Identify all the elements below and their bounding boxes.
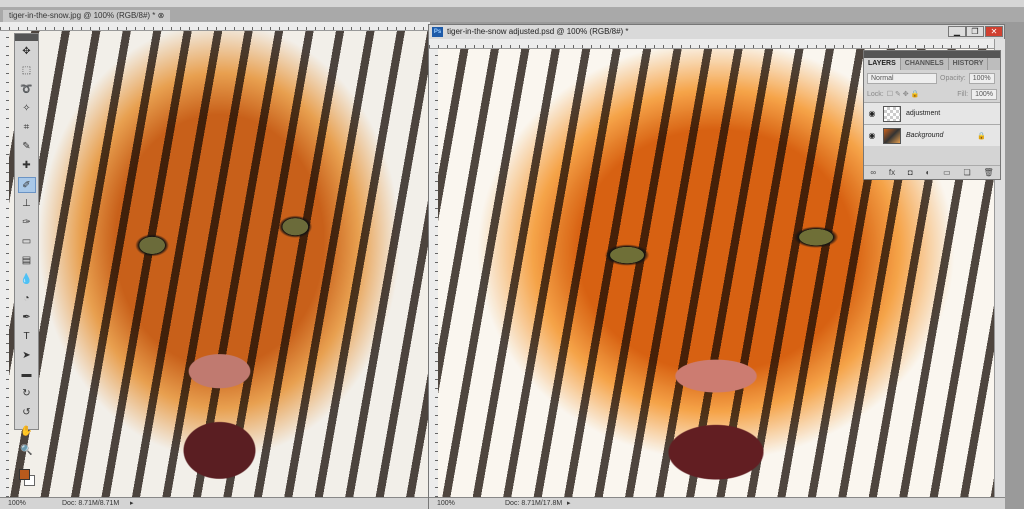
foreground-color[interactable]: [19, 469, 30, 480]
status-bar: 100% Doc: 8.71M/8.71M ▸: [0, 497, 430, 509]
blur-tool-icon[interactable]: 💧: [18, 272, 36, 288]
brush-tool-icon[interactable]: ✐: [17, 177, 36, 193]
horizontal-ruler: [429, 39, 994, 49]
original-image-canvas[interactable]: [9, 31, 430, 497]
fill-label: Fill:: [957, 90, 969, 98]
blend-mode-select[interactable]: Normal: [867, 72, 937, 84]
status-bar: 100% Doc: 8.71M/17.8M ▸: [429, 497, 1005, 509]
shape-tool-icon[interactable]: ▬: [18, 367, 36, 383]
restore-button[interactable]: ❐: [966, 26, 984, 37]
zoom-level[interactable]: 100%: [8, 498, 26, 509]
window-title-bar[interactable]: Ps tiger-in-the-snow adjusted.psd @ 100%…: [429, 25, 1004, 39]
vertical-ruler: [0, 31, 9, 497]
link-layers-icon[interactable]: ∞: [870, 168, 876, 177]
close-button[interactable]: ✕: [985, 26, 1003, 37]
layer-name: Background: [906, 132, 944, 139]
magic-wand-tool-icon[interactable]: ✧: [18, 101, 36, 117]
move-tool-icon[interactable]: ✥: [18, 44, 36, 60]
tiger-image: [9, 31, 430, 497]
add-mask-icon[interactable]: ◘: [908, 168, 913, 177]
doc-size: Doc: 8.71M/8.71M: [62, 500, 120, 507]
doc-size: Doc: 8.71M/17.8M: [505, 500, 563, 507]
document-tab[interactable]: tiger-in-the-snow.jpg @ 100% (RGB/8#) * …: [3, 10, 171, 22]
options-bar: [0, 0, 1024, 8]
zoom-level[interactable]: 100%: [437, 498, 455, 509]
clone-stamp-tool-icon[interactable]: ⊥: [18, 196, 36, 212]
path-selection-tool-icon[interactable]: ➤: [18, 348, 36, 364]
visibility-eye-icon[interactable]: ◉: [866, 109, 878, 118]
window-title: tiger-in-the-snow adjusted.psd @ 100% (R…: [447, 27, 629, 36]
layers-footer: ∞ fx ◘ ◐ ▭ ❏ 🗑: [864, 165, 1000, 179]
3d-rotate-tool-icon[interactable]: ↻: [18, 386, 36, 402]
lasso-tool-icon[interactable]: ➰: [18, 82, 36, 98]
lock-icons[interactable]: ☐ ✎ ✥ 🔒: [887, 90, 920, 98]
tab-title: tiger-in-the-snow.jpg @ 100% (RGB/8#) *: [9, 11, 156, 20]
tools-panel: ✥ ⬚ ➰ ✧ ⌗ ✎ ✚ ✐ ⊥ ✑ ▭ ▤ 💧 ◔ ✒ T ➤ ▬ ↻ ↺ ✋ 🔍: [14, 33, 39, 486]
hand-tool-icon[interactable]: ✋: [18, 424, 36, 440]
opacity-input[interactable]: 100%: [968, 72, 995, 84]
layer-row[interactable]: ◉ Background 🔒: [864, 124, 1000, 146]
layer-name: adjustment: [906, 110, 941, 117]
document-tab-bar: tiger-in-the-snow.jpg @ 100% (RGB/8#) * …: [0, 8, 1024, 22]
layer-style-icon[interactable]: fx: [889, 168, 895, 177]
opacity-label: Opacity:: [940, 74, 966, 82]
layer-thumbnail: [883, 105, 901, 122]
vertical-ruler: [429, 49, 438, 497]
lock-icon: 🔒: [977, 132, 986, 140]
tools-panel-header[interactable]: [15, 34, 38, 41]
new-group-icon[interactable]: ▭: [943, 168, 951, 177]
minimize-button[interactable]: ▁: [948, 26, 966, 37]
fill-input[interactable]: 100%: [971, 88, 997, 100]
layer-row[interactable]: ◉ adjustment: [864, 102, 1000, 124]
healing-brush-tool-icon[interactable]: ✚: [18, 158, 36, 174]
pen-tool-icon[interactable]: ✒: [18, 310, 36, 326]
adjustment-layer-icon[interactable]: ◐: [926, 168, 931, 177]
horizontal-ruler: [0, 22, 430, 31]
layers-panel: LAYERS CHANNELS HISTORY Normal Opacity: …: [863, 50, 1001, 180]
delete-layer-icon[interactable]: 🗑: [983, 168, 993, 177]
lock-label: Lock:: [867, 90, 884, 98]
dodge-tool-icon[interactable]: ◔: [18, 291, 36, 307]
photoshop-icon: Ps: [432, 27, 443, 37]
gradient-tool-icon[interactable]: ▤: [18, 253, 36, 269]
marquee-tool-icon[interactable]: ⬚: [18, 63, 36, 79]
panel-header[interactable]: [864, 51, 1000, 58]
status-menu-arrow-icon[interactable]: ▸: [130, 498, 134, 509]
color-swatches[interactable]: [15, 465, 38, 493]
type-tool-icon[interactable]: T: [18, 329, 36, 345]
new-layer-icon[interactable]: ❏: [963, 168, 970, 177]
tab-history[interactable]: HISTORY: [949, 58, 989, 70]
zoom-tool-icon[interactable]: 🔍: [18, 443, 36, 459]
tab-close-icon[interactable]: ⊗: [158, 11, 165, 20]
tab-channels[interactable]: CHANNELS: [901, 58, 949, 70]
history-brush-tool-icon[interactable]: ✑: [18, 215, 36, 231]
tab-layers[interactable]: LAYERS: [864, 58, 901, 70]
crop-tool-icon[interactable]: ⌗: [18, 120, 36, 136]
eyedropper-tool-icon[interactable]: ✎: [18, 139, 36, 155]
visibility-eye-icon[interactable]: ◉: [866, 131, 878, 140]
layer-thumbnail: [883, 127, 901, 144]
status-menu-arrow-icon[interactable]: ▸: [567, 498, 571, 509]
eraser-tool-icon[interactable]: ▭: [18, 234, 36, 250]
3d-orbit-tool-icon[interactable]: ↺: [18, 405, 36, 421]
